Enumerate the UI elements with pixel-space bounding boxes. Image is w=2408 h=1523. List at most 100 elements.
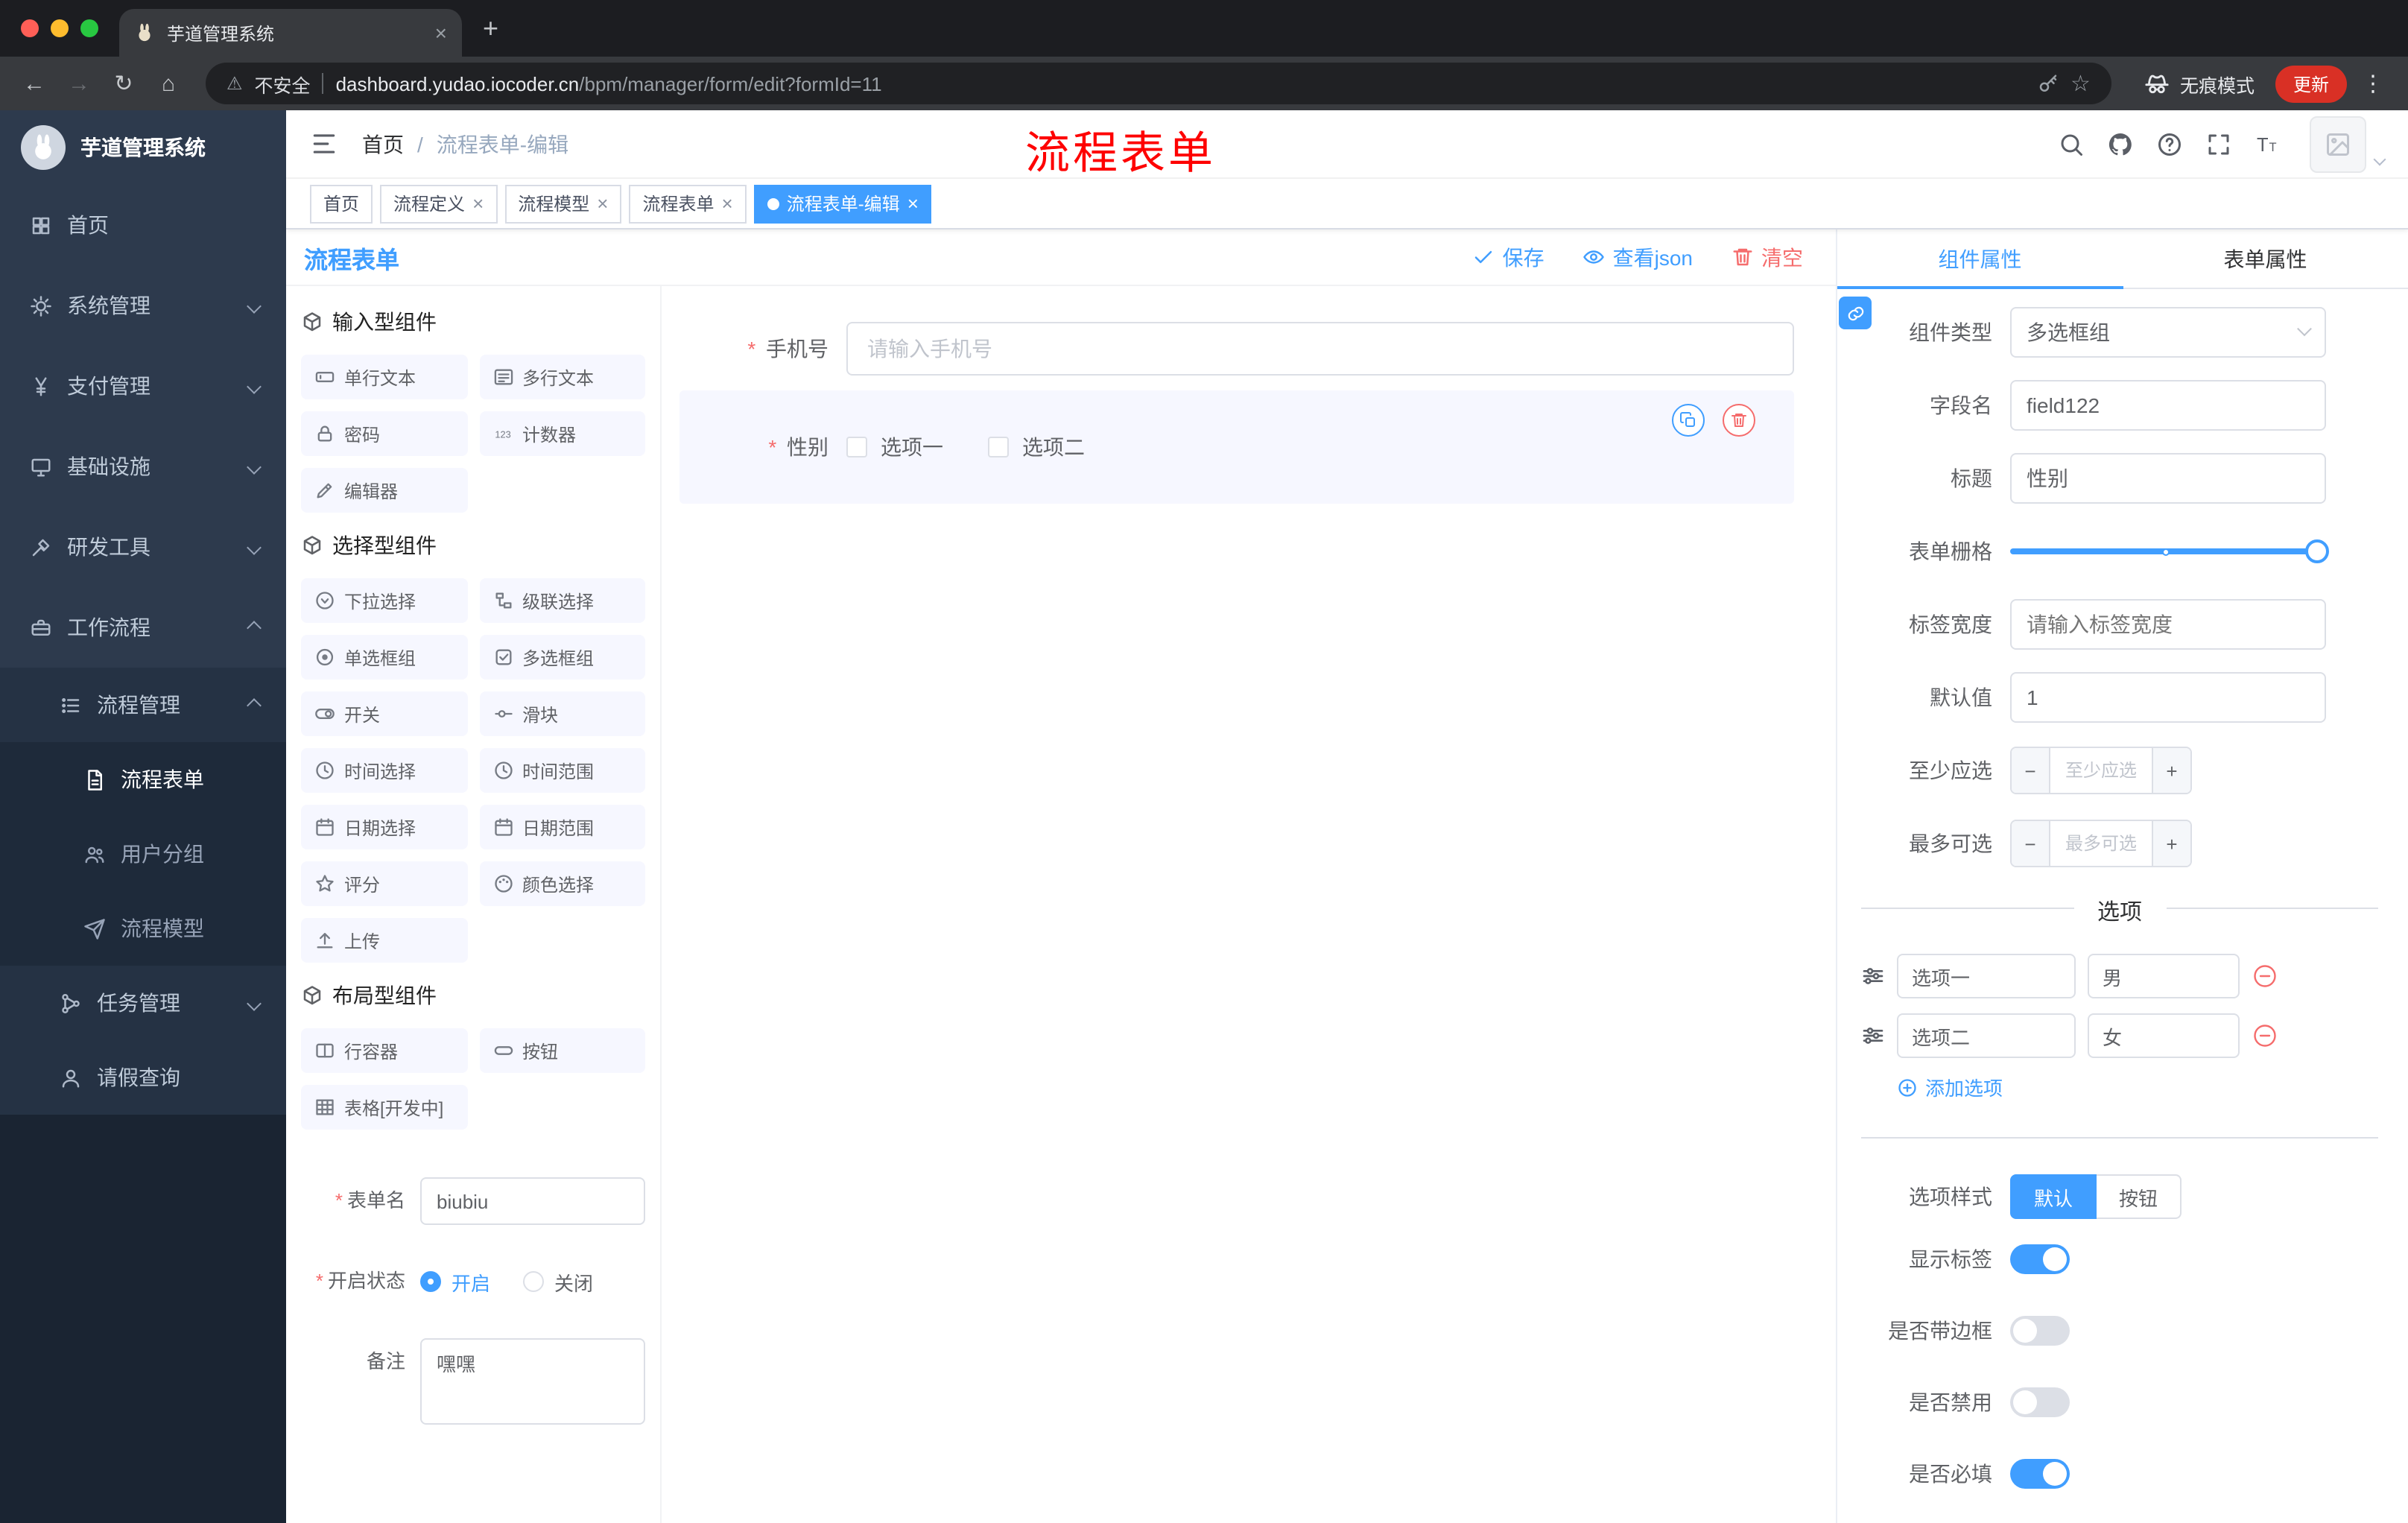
update-browser-button[interactable]: 更新	[2275, 65, 2347, 102]
component-type-select[interactable]: 多选框组	[2010, 307, 2326, 358]
palette-item-radio-group[interactable]: 单选框组	[301, 635, 467, 680]
browser-tab[interactable]: 芋道管理系统 ×	[119, 9, 462, 57]
tag-home[interactable]: 首页	[310, 184, 373, 223]
save-button[interactable]: 保存	[1473, 242, 1544, 272]
tag-process-model[interactable]: 流程模型 ×	[504, 184, 622, 223]
sidebar-item-system[interactable]: 系统管理	[0, 265, 286, 346]
required-switch[interactable]	[2010, 1459, 2070, 1489]
tag-process-form-edit[interactable]: 流程表单-编辑 ×	[753, 184, 932, 223]
close-icon[interactable]: ×	[722, 192, 733, 215]
clear-button[interactable]: 清空	[1731, 242, 1803, 272]
form-remark-textarea[interactable]: 嘿嘿	[420, 1338, 645, 1425]
form-name-input[interactable]	[420, 1177, 645, 1225]
palette-item-button[interactable]: 按钮	[479, 1028, 645, 1073]
remove-option-button[interactable]	[2252, 963, 2278, 990]
status-on-radio[interactable]: 开启	[420, 1267, 490, 1296]
tab-component-props[interactable]: 组件属性	[1837, 229, 2123, 289]
link-icon[interactable]	[1839, 297, 1872, 329]
form-grid-slider[interactable]	[2010, 526, 2329, 577]
search-icon[interactable]	[2058, 130, 2085, 157]
increase-button[interactable]: +	[2152, 821, 2190, 866]
sidebar-item-workflow[interactable]: 工作流程	[0, 587, 286, 668]
fullscreen-icon[interactable]	[2205, 130, 2232, 157]
close-icon[interactable]: ×	[907, 192, 919, 215]
palette-item-date-range[interactable]: 日期范围	[479, 805, 645, 849]
sidebar-item-payment[interactable]: 支付管理	[0, 346, 286, 426]
option-one-checkbox[interactable]: 选项一	[846, 432, 943, 462]
sidebar-item-home[interactable]: 首页	[0, 185, 286, 265]
tab-form-props[interactable]: 表单属性	[2123, 229, 2408, 288]
decrease-button[interactable]: −	[2012, 748, 2050, 793]
close-icon[interactable]: ×	[472, 192, 484, 215]
border-switch[interactable]	[2010, 1316, 2070, 1346]
palette-item-row-container[interactable]: 行容器	[301, 1028, 467, 1073]
disabled-switch[interactable]	[2010, 1387, 2070, 1417]
palette-item-time-range[interactable]: 时间范围	[479, 748, 645, 793]
palette-item-editor[interactable]: 编辑器	[301, 468, 467, 513]
palette-item-cascader[interactable]: 级联选择	[479, 578, 645, 623]
decrease-button[interactable]: −	[2012, 821, 2050, 866]
default-value-input[interactable]	[2010, 672, 2326, 723]
new-tab-button[interactable]: +	[483, 13, 498, 44]
style-button-button[interactable]: 按钮	[2097, 1174, 2182, 1219]
title-input[interactable]	[2010, 453, 2326, 504]
slider-handle[interactable]	[2305, 539, 2329, 563]
delete-component-button[interactable]	[1723, 404, 1755, 437]
sidebar-fold-button[interactable]	[310, 130, 338, 158]
option-two-checkbox[interactable]: 选项二	[988, 432, 1085, 462]
sidebar-item-process-management[interactable]: 流程管理	[0, 668, 286, 742]
sidebar-item-process-form[interactable]: 流程表单	[0, 742, 286, 817]
palette-item-date-picker[interactable]: 日期选择	[301, 805, 467, 849]
copy-component-button[interactable]	[1672, 404, 1705, 437]
sidebar-item-process-model[interactable]: 流程模型	[0, 891, 286, 966]
palette-item-select[interactable]: 下拉选择	[301, 578, 467, 623]
security-label[interactable]: 不安全	[255, 69, 311, 98]
minimize-window-button[interactable]	[51, 19, 69, 37]
palette-item-password[interactable]: 密码	[301, 411, 467, 456]
key-icon[interactable]	[2036, 72, 2059, 95]
font-size-icon[interactable]	[2255, 130, 2281, 157]
sidebar-item-devtools[interactable]: 研发工具	[0, 507, 286, 587]
palette-item-counter[interactable]: 计数器	[479, 411, 645, 456]
gender-field-row-selected[interactable]: * 性别 选项一 选项二	[679, 390, 1794, 504]
help-icon[interactable]	[2156, 130, 2183, 157]
phone-input[interactable]	[846, 322, 1794, 376]
reload-button[interactable]: ↻	[104, 64, 143, 103]
palette-item-color-picker[interactable]: 颜色选择	[479, 861, 645, 906]
user-menu[interactable]	[2310, 115, 2386, 172]
sidebar-item-infra[interactable]: 基础设施	[0, 426, 286, 507]
avatar[interactable]	[2310, 115, 2366, 172]
palette-item-checkbox-group[interactable]: 多选框组	[479, 635, 645, 680]
option-1-value-input[interactable]	[2088, 954, 2240, 998]
url-field[interactable]: ⚠ 不安全 dashboard.yudao.iocoder.cn/bpm/man…	[206, 63, 2111, 104]
forward-button[interactable]: →	[60, 64, 98, 103]
label-width-input[interactable]	[2010, 599, 2326, 650]
palette-item-multi-text[interactable]: 多行文本	[479, 355, 645, 399]
palette-item-rate[interactable]: 评分	[301, 861, 467, 906]
palette-item-upload[interactable]: 上传	[301, 918, 467, 963]
sidebar-item-user-group[interactable]: 用户分组	[0, 817, 286, 891]
tag-process-form[interactable]: 流程表单 ×	[629, 184, 747, 223]
palette-item-switch[interactable]: 开关	[301, 691, 467, 736]
form-canvas[interactable]: * 手机号 * 性别 选项一	[662, 286, 1836, 1523]
field-name-input[interactable]	[2010, 380, 2326, 431]
palette-item-single-text[interactable]: 单行文本	[301, 355, 467, 399]
close-window-button[interactable]	[21, 19, 39, 37]
github-icon[interactable]	[2107, 130, 2134, 157]
app-logo[interactable]: 芋道管理系统	[0, 110, 286, 185]
add-option-button[interactable]: 添加选项	[1897, 1073, 2378, 1101]
back-button[interactable]: ←	[15, 64, 54, 103]
min-select-input[interactable]	[2050, 748, 2152, 793]
browser-menu-icon[interactable]: ⋮	[2362, 70, 2384, 97]
zoom-window-button[interactable]	[80, 19, 98, 37]
drag-handle-icon[interactable]	[1861, 964, 1885, 988]
style-default-button[interactable]: 默认	[2010, 1174, 2097, 1219]
option-2-label-input[interactable]	[1897, 1013, 2076, 1058]
home-button[interactable]: ⌂	[149, 64, 188, 103]
increase-button[interactable]: +	[2152, 748, 2190, 793]
palette-item-time-picker[interactable]: 时间选择	[301, 748, 467, 793]
bookmark-star-icon[interactable]: ☆	[2070, 70, 2091, 97]
palette-item-table[interactable]: 表格[开发中]	[301, 1085, 467, 1130]
max-select-input[interactable]	[2050, 821, 2152, 866]
option-2-value-input[interactable]	[2088, 1013, 2240, 1058]
